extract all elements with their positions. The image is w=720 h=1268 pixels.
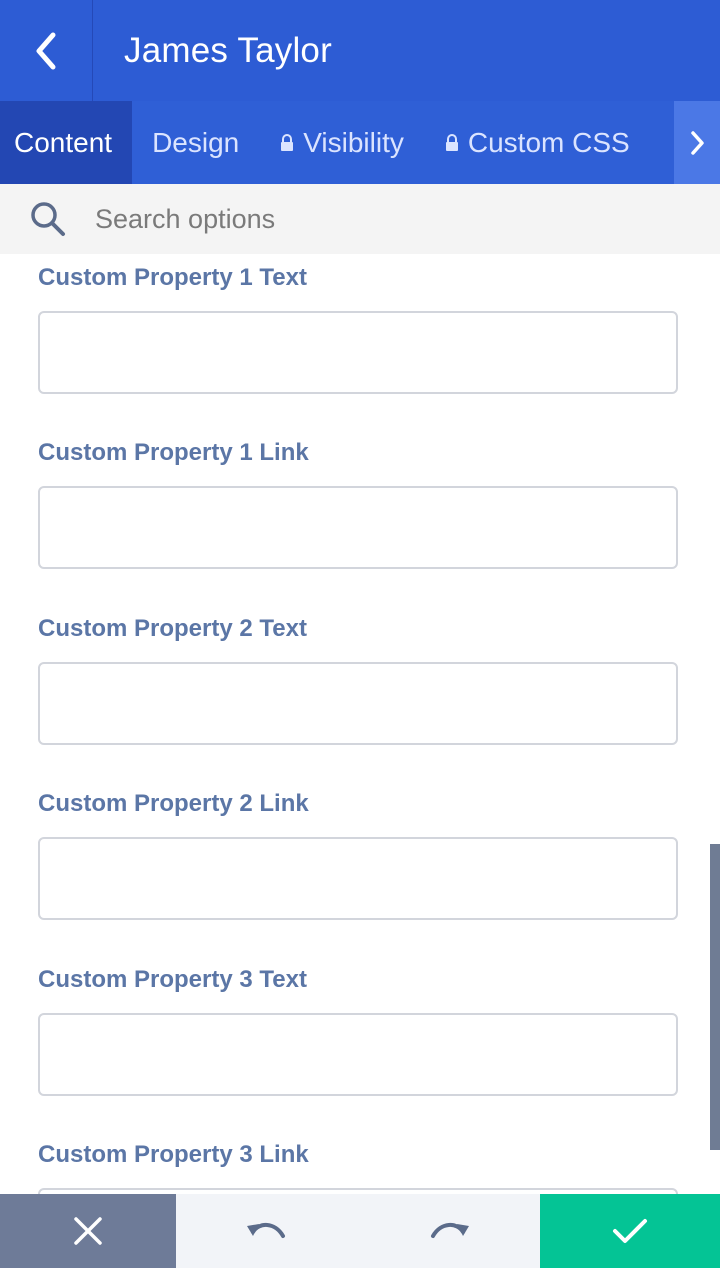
field-group: Custom Property 2 Link bbox=[38, 786, 678, 920]
chevron-right-icon bbox=[691, 130, 704, 155]
header-bar: James Taylor bbox=[0, 0, 720, 101]
tab-content[interactable]: Content bbox=[0, 101, 133, 184]
tab-label: Content bbox=[14, 126, 113, 158]
custom-property-1-text-input[interactable] bbox=[38, 311, 678, 394]
tab-visibility[interactable]: Visibility bbox=[259, 101, 424, 184]
field-group: Custom Property 2 Text bbox=[38, 611, 678, 745]
redo-button[interactable] bbox=[358, 1194, 540, 1268]
field-label: Custom Property 2 Link bbox=[38, 790, 309, 817]
tab-bar: Content Design Visibility Custom CSS bbox=[0, 101, 720, 184]
lock-icon bbox=[279, 133, 295, 153]
field-group: Custom Property 3 Link bbox=[38, 1137, 678, 1194]
field-group: Custom Property 3 Text bbox=[38, 962, 678, 1096]
custom-property-3-text-input[interactable] bbox=[38, 1013, 678, 1096]
tab-custom-css[interactable]: Custom CSS bbox=[424, 101, 650, 184]
save-button[interactable] bbox=[540, 1194, 720, 1268]
custom-property-1-link-input[interactable] bbox=[38, 486, 678, 569]
options-panel[interactable]: Custom Property 1 Text Custom Property 1… bbox=[0, 254, 720, 1194]
search-bar bbox=[0, 184, 720, 254]
undo-button[interactable] bbox=[176, 1194, 358, 1268]
scrollbar-thumb[interactable] bbox=[710, 844, 720, 1150]
cancel-button[interactable] bbox=[0, 1194, 176, 1268]
field-label: Custom Property 2 Text bbox=[38, 615, 307, 642]
tab-label: Design bbox=[152, 126, 240, 158]
lock-icon bbox=[444, 133, 460, 153]
check-icon bbox=[613, 1219, 647, 1243]
custom-property-2-link-input[interactable] bbox=[38, 837, 678, 920]
undo-icon bbox=[247, 1223, 285, 1238]
custom-property-2-text-input[interactable] bbox=[38, 662, 678, 745]
field-label: Custom Property 3 Link bbox=[38, 1141, 309, 1168]
close-icon bbox=[74, 1217, 102, 1245]
page-title: James Taylor bbox=[124, 30, 332, 70]
tab-label: Custom CSS bbox=[467, 126, 630, 158]
field-label: Custom Property 3 Text bbox=[38, 966, 307, 993]
search-input[interactable] bbox=[93, 202, 653, 236]
field-group: Custom Property 1 Link bbox=[38, 435, 678, 569]
redo-icon bbox=[431, 1223, 469, 1238]
field-label: Custom Property 1 Link bbox=[38, 439, 309, 466]
field-group: Custom Property 1 Text bbox=[38, 260, 678, 394]
tab-label: Visibility bbox=[303, 126, 404, 158]
tabs-scroll-right-button[interactable] bbox=[674, 101, 720, 184]
tab-design[interactable]: Design bbox=[132, 101, 259, 184]
back-button[interactable] bbox=[0, 0, 93, 101]
footer-actions bbox=[0, 1194, 720, 1268]
search-icon bbox=[29, 200, 69, 238]
field-label: Custom Property 1 Text bbox=[38, 264, 307, 291]
chevron-left-icon bbox=[36, 32, 56, 69]
